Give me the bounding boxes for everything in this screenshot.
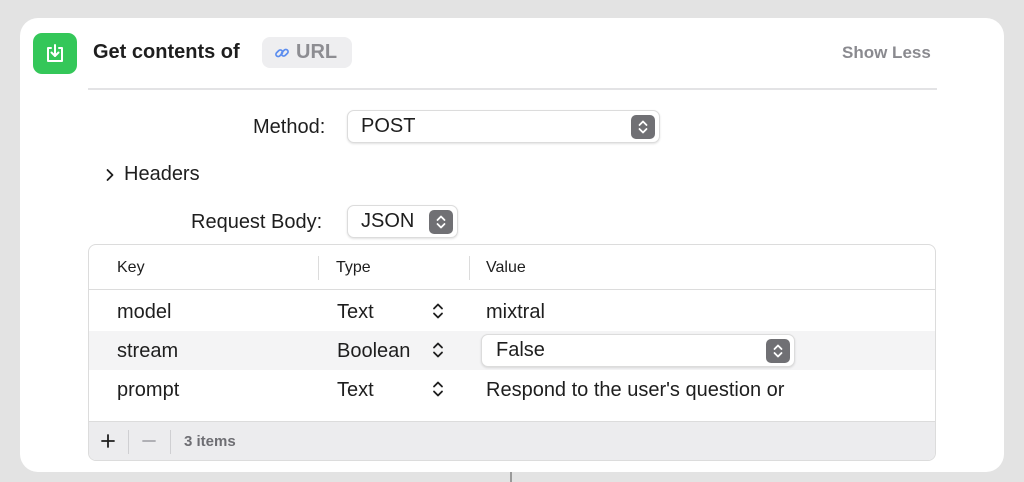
plus-icon: [101, 434, 115, 448]
type-stepper-icon[interactable]: [431, 379, 445, 399]
type-stepper-icon[interactable]: [431, 340, 445, 360]
column-separator: [318, 256, 319, 280]
up-down-arrows-icon: [631, 115, 655, 139]
link-icon: [274, 45, 290, 61]
table-header: Key Type Value: [89, 245, 935, 290]
url-variable-token[interactable]: URL: [262, 37, 353, 68]
item-count: 3 items: [184, 433, 236, 450]
table-row[interactable]: model Text mixtral: [89, 292, 935, 331]
row-type[interactable]: Text: [337, 301, 374, 324]
footer-separator: [170, 430, 171, 454]
action-title: Get contents of: [93, 41, 240, 63]
row-value[interactable]: Respond to the user's question or: [486, 379, 784, 402]
method-label: Method:: [253, 116, 326, 138]
request-body-label: Request Body:: [191, 211, 323, 233]
table-row[interactable]: prompt Text Respond to the user's questi…: [89, 370, 935, 409]
row-value: False: [496, 339, 545, 361]
boolean-value-popup[interactable]: False: [481, 334, 795, 367]
show-less-button[interactable]: Show Less: [842, 43, 931, 63]
request-body-value: JSON: [361, 210, 415, 232]
connector-line: [510, 472, 512, 482]
type-stepper-icon[interactable]: [431, 301, 445, 321]
table-footer: 3 items: [89, 421, 935, 460]
row-type[interactable]: Boolean: [337, 340, 410, 363]
row-key[interactable]: prompt: [117, 379, 179, 402]
remove-row-button[interactable]: [138, 430, 160, 452]
url-token-label: URL: [296, 41, 338, 63]
column-header-value: Value: [486, 259, 526, 276]
header-divider: [88, 88, 937, 90]
minus-icon: [142, 440, 156, 442]
method-value: POST: [361, 115, 416, 137]
method-popup[interactable]: POST: [347, 110, 660, 143]
row-value[interactable]: mixtral: [486, 301, 545, 324]
request-body-popup[interactable]: JSON: [347, 205, 458, 238]
chevron-right-icon: [104, 168, 116, 182]
headers-disclosure[interactable]: Headers: [104, 163, 200, 186]
footer-separator: [128, 430, 129, 454]
headers-label: Headers: [124, 163, 200, 185]
column-separator: [469, 256, 470, 280]
up-down-arrows-icon: [766, 339, 790, 363]
up-down-arrows-icon: [429, 210, 453, 234]
download-tray-icon: [33, 33, 77, 74]
request-body-table: Key Type Value model Text mixtral stream…: [88, 244, 936, 461]
column-header-type: Type: [336, 259, 371, 276]
row-key[interactable]: stream: [117, 340, 178, 363]
add-row-button[interactable]: [97, 430, 119, 452]
row-key[interactable]: model: [117, 301, 171, 324]
row-type[interactable]: Text: [337, 379, 374, 402]
table-row[interactable]: stream Boolean False: [89, 331, 935, 370]
column-header-key: Key: [117, 259, 145, 276]
